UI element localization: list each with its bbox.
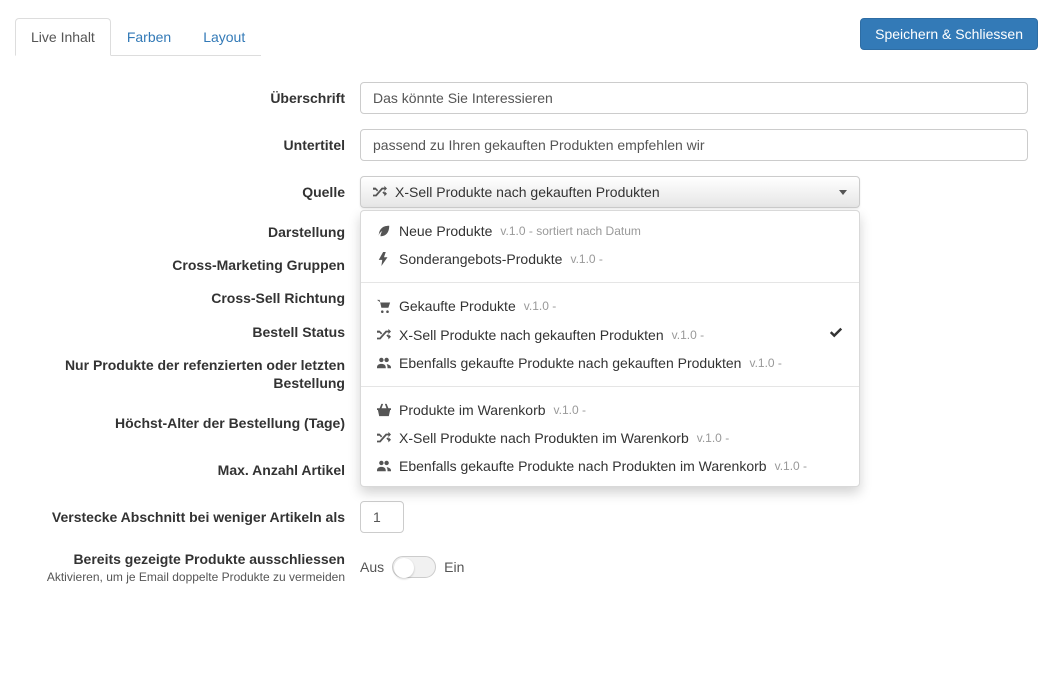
tab-live-inhalt[interactable]: Live Inhalt [15, 18, 111, 56]
bolt-icon [377, 252, 391, 266]
shuffle-icon [377, 431, 391, 445]
tabs: Live Inhalt Farben Layout [15, 18, 261, 56]
dropdown-option[interactable]: Gekaufte Produkte v.1.0 - [361, 292, 859, 320]
label-cs-richtung: Cross-Sell Richtung [15, 289, 360, 307]
dropdown-option[interactable]: Ebenfalls gekaufte Produkte nach Produkt… [361, 452, 859, 480]
check-icon [829, 326, 843, 343]
toggle-bereits-gezeigte[interactable] [392, 556, 436, 578]
dropdown-divider [361, 282, 859, 283]
label-nur-produkte: Nur Produkte der refenzierten oder letzt… [15, 356, 360, 392]
label-darstellung: Darstellung [15, 223, 360, 241]
users-icon [377, 459, 391, 473]
save-close-button[interactable]: Speichern & Schliessen [860, 18, 1038, 50]
label-cm-gruppen: Cross-Marketing Gruppen [15, 256, 360, 274]
users-icon [377, 356, 391, 370]
dropdown-divider [361, 386, 859, 387]
shuffle-icon [373, 185, 387, 199]
dropdown-option[interactable]: Produkte im Warenkorb v.1.0 - [361, 396, 859, 424]
toggle-off-label: Aus [360, 559, 384, 575]
input-ueberschrift[interactable] [360, 82, 1028, 114]
dropdown-option[interactable]: Neue Produkte v.1.0 - sortiert nach Datu… [361, 217, 859, 245]
label-quelle: Quelle [15, 183, 360, 201]
label-bereits-gezeigte: Bereits gezeigte Produkte ausschliessen [15, 550, 345, 568]
label-hoechst-alter: Höchst-Alter der Bestellung (Tage) [15, 414, 360, 432]
select-quelle-value: X-Sell Produkte nach gekauften Produkten [395, 184, 660, 200]
basket-icon [377, 403, 391, 417]
leaf-icon [377, 224, 391, 238]
label-verstecke: Verstecke Abschnitt bei weniger Artikeln… [15, 508, 360, 526]
dropdown-option[interactable]: X-Sell Produkte nach Produkten im Warenk… [361, 424, 859, 452]
dropdown-quelle: Neue Produkte v.1.0 - sortiert nach Datu… [360, 210, 860, 487]
chevron-down-icon [839, 190, 847, 195]
dropdown-option[interactable]: Sonderangebots-Produkte v.1.0 - [361, 245, 859, 273]
label-bestell-status: Bestell Status [15, 323, 360, 341]
shuffle-icon [377, 328, 391, 342]
tab-farben[interactable]: Farben [111, 18, 187, 56]
dropdown-option-selected[interactable]: X-Sell Produkte nach gekauften Produkten… [361, 320, 859, 349]
tab-layout[interactable]: Layout [187, 18, 261, 56]
help-bereits-gezeigte: Aktivieren, um je Email doppelte Produkt… [15, 570, 345, 586]
select-quelle[interactable]: X-Sell Produkte nach gekauften Produkten [360, 176, 860, 208]
label-ueberschrift: Überschrift [15, 89, 360, 107]
input-untertitel[interactable] [360, 129, 1028, 161]
toggle-on-label: Ein [444, 559, 464, 575]
label-untertitel: Untertitel [15, 136, 360, 154]
label-max-artikel: Max. Anzahl Artikel [15, 461, 360, 479]
cart-icon [377, 299, 391, 313]
input-verstecke[interactable] [360, 501, 404, 533]
dropdown-option[interactable]: Ebenfalls gekaufte Produkte nach gekauft… [361, 349, 859, 377]
